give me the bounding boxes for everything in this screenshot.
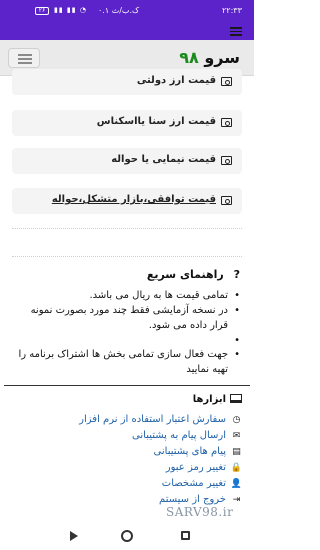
money-bill-icon: [221, 156, 232, 165]
tool-link-change-password[interactable]: 🔒تغییر رمز عبور: [20, 462, 242, 478]
brand-logo[interactable]: سرو ۹۸: [179, 48, 240, 67]
logout-icon: ⇥: [232, 495, 241, 505]
system-navigation-bar: [0, 522, 254, 550]
network-speed: ۰.۱ ک.ب/ث: [98, 6, 140, 15]
recent-apps-icon[interactable]: [181, 531, 190, 540]
guide-item: جهت فعال سازی تمامی بخش ها اشتراک برنامه…: [18, 347, 240, 377]
rate-label: قیمت ارز دولتی: [136, 75, 216, 86]
watermark: SARV98.ir: [166, 505, 234, 519]
user-icon: 👤: [230, 479, 242, 489]
rate-label: قیمت ارز سنا یااسکناس: [96, 116, 216, 127]
navbar-toggler-button[interactable]: [8, 48, 40, 68]
home-icon[interactable]: [121, 530, 133, 542]
back-icon[interactable]: [70, 531, 78, 541]
money-bill-icon: [221, 118, 232, 127]
laptop-icon: [230, 394, 242, 403]
divider: [12, 228, 242, 229]
rate-item-nima[interactable]: قیمت نیمایی یا حواله: [12, 148, 242, 174]
brand-number: ۹۸: [179, 48, 199, 67]
question-icon: ?: [233, 268, 240, 281]
rate-label: قیمت نیمایی یا حواله: [111, 154, 216, 165]
clock-icon: ◷: [232, 415, 241, 425]
status-bar: ۲۶ ▮▮ ▮▮ ◔ ۰.۱ ک.ب/ث ۲۲:۳۳: [0, 0, 254, 22]
guide-list: تمامی قیمت ها به ریال می باشد. در نسخه آ…: [18, 288, 240, 377]
money-bill-icon: [221, 196, 232, 205]
tool-link-change-profile[interactable]: 👤تغییر مشخصات: [20, 478, 242, 494]
tool-link-support-messages[interactable]: ▤پیام های پشتیبانی: [20, 446, 242, 462]
guide-title: ? راهنمای سریع: [146, 268, 240, 281]
clock: ۲۲:۳۳: [222, 6, 242, 15]
envelope-icon: ✉: [232, 431, 241, 441]
brand-name: سرو: [204, 48, 240, 67]
rate-item-agreed[interactable]: قیمت توافقی،بازار متشکل،حواله: [12, 188, 242, 214]
tools-title: ابزارها: [193, 394, 242, 405]
tool-link-send-message[interactable]: ✉ارسال پیام به پشتیبانی: [20, 430, 242, 446]
signal-icon: ▮▮ ▮▮ ◔: [54, 6, 87, 14]
menu-icon[interactable]: [230, 27, 242, 36]
money-bill-icon: [221, 77, 232, 86]
guide-item: [18, 333, 240, 348]
app-bar: [0, 22, 254, 40]
divider: [4, 385, 250, 386]
rate-item-government[interactable]: قیمت ارز دولتی: [12, 69, 242, 95]
tool-link-order-credit[interactable]: ◷سفارش اعتبار استفاده از نرم افزار: [20, 414, 242, 430]
battery-icon: ۲۶: [35, 7, 49, 15]
chat-icon: ▤: [232, 447, 241, 457]
guide-item: تمامی قیمت ها به ریال می باشد.: [18, 288, 241, 303]
tools-list: ◷سفارش اعتبار استفاده از نرم افزار ✉ارسا…: [20, 414, 242, 510]
lock-icon: 🔒: [230, 463, 242, 473]
rate-label[interactable]: قیمت توافقی،بازار متشکل،حواله: [52, 194, 216, 205]
guide-item: در نسخه آزمایشی فقط چند مورد بصورت نمونه…: [18, 303, 240, 333]
divider: [12, 256, 242, 257]
rate-item-sana[interactable]: قیمت ارز سنا یااسکناس: [12, 110, 242, 136]
